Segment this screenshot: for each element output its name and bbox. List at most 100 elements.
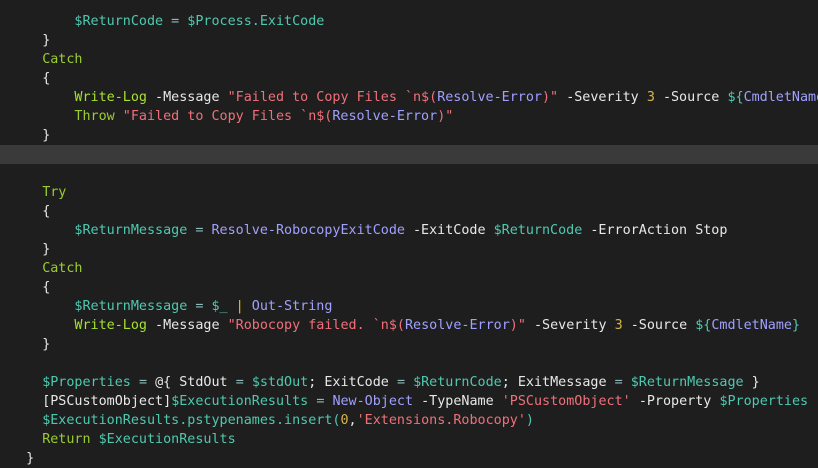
code-line-content: Throw "Failed to Copy Files `n$(Resolve-… <box>74 107 453 126</box>
code-token: 'PSCustomObject' <box>501 394 631 409</box>
code-token: [PSCustomObject] <box>42 394 172 409</box>
current-line-highlight[interactable] <box>0 145 818 164</box>
code-line-content: Write-Log -Message "Robocopy failed. `n$… <box>74 316 800 335</box>
code-token: ${ <box>695 318 712 333</box>
code-line-content: $ReturnMessage = Resolve-RobocopyExitCod… <box>74 221 727 240</box>
code-line[interactable]: } <box>0 335 818 354</box>
code-line[interactable]: } <box>0 449 818 468</box>
code-line[interactable]: $ReturnMessage = Resolve-RobocopyExitCod… <box>0 221 818 240</box>
code-token: 0 <box>340 413 349 428</box>
code-token: $Process.ExitCode <box>187 14 325 29</box>
code-line[interactable]: $ReturnCode = $Process.ExitCode <box>0 12 818 31</box>
code-token: } <box>791 318 801 333</box>
code-line[interactable]: $Properties = @{ StdOut = $stdOut; ExitC… <box>0 373 818 392</box>
code-token: { <box>42 280 51 295</box>
code-line-content: [PSCustomObject]$ExecutionResults = New-… <box>42 392 808 411</box>
code-token: Stop <box>695 223 728 238</box>
code-line[interactable] <box>0 354 818 373</box>
code-token: Try <box>42 185 67 200</box>
code-line-content: } <box>26 449 34 468</box>
code-token: -ErrorAction <box>590 223 688 238</box>
code-token: -Severity <box>533 318 607 333</box>
code-token: } <box>42 242 51 257</box>
code-line[interactable]: { <box>0 202 818 221</box>
code-token: "Failed to Copy Files `n$( <box>122 109 333 124</box>
code-token: $ReturnCode <box>493 223 583 238</box>
code-token: Resolve-Error <box>404 318 510 333</box>
code-token: = <box>614 375 623 390</box>
code-line[interactable]: Write-Log -Message "Failed to Copy Files… <box>0 88 818 107</box>
code-token: } <box>42 33 51 48</box>
code-token: { <box>42 71 51 86</box>
code-line-content: $Properties = @{ StdOut = $stdOut; ExitC… <box>42 373 760 392</box>
code-line[interactable]: Try <box>0 183 818 202</box>
code-token: -TypeName <box>421 394 494 409</box>
code-line[interactable]: $ReturnMessage = $_ | Out-String <box>0 297 818 316</box>
code-line[interactable]: Write-Log -Message "Robocopy failed. `n$… <box>0 316 818 335</box>
code-token: 3 <box>614 318 623 333</box>
code-line[interactable]: { <box>0 69 818 88</box>
code-editor[interactable]: $ReturnCode = $Process.ExitCode} Catch { Wr… <box>0 0 818 466</box>
code-line[interactable]: Catch <box>0 50 818 69</box>
code-token: $ExecutionResults <box>171 394 309 409</box>
code-token: -ExitCode <box>413 223 486 238</box>
code-line-content: { <box>42 202 50 221</box>
code-token: } <box>26 451 35 466</box>
code-line[interactable] <box>0 164 818 183</box>
code-token: -Source <box>630 318 688 333</box>
code-line-content: { <box>42 69 50 88</box>
code-line[interactable]: Catch <box>0 259 818 278</box>
code-line-content: Catch <box>42 50 82 69</box>
code-token: )" <box>509 318 526 333</box>
code-line-content: Return $ExecutionResults <box>42 430 236 449</box>
code-token: ${ <box>727 90 744 105</box>
code-token: -Property <box>638 394 712 409</box>
code-line[interactable]: } <box>0 240 818 259</box>
code-token: $ReturnCode <box>413 375 502 390</box>
code-token: $ExecutionResults <box>98 432 236 447</box>
code-line[interactable]: { <box>0 278 818 297</box>
code-token: Resolve-RobocopyExitCode <box>211 223 405 238</box>
code-token: Catch <box>42 261 83 276</box>
code-line[interactable]: Return $ExecutionResults <box>0 430 818 449</box>
code-line-content: Write-Log -Message "Failed to Copy Files… <box>74 88 818 107</box>
code-token: @{ <box>155 375 172 390</box>
code-line[interactable]: } <box>0 126 818 145</box>
code-token: -Message <box>155 318 220 333</box>
code-line[interactable]: } <box>0 31 818 50</box>
code-token: } <box>743 375 760 390</box>
code-token: $Properties <box>42 375 131 390</box>
code-token: { <box>42 204 51 219</box>
code-token: $Properties <box>719 394 809 409</box>
code-line[interactable]: [PSCustomObject]$ExecutionResults = New-… <box>0 392 818 411</box>
code-token: -Severity <box>566 90 639 105</box>
code-token: , <box>348 413 357 428</box>
code-line-content: } <box>42 31 50 50</box>
code-token: | <box>235 299 244 314</box>
code-token: = <box>138 375 147 390</box>
code-line-content: } <box>42 126 50 145</box>
code-token: "Robocopy failed. `n$( <box>227 318 405 333</box>
code-token: Write-Log <box>74 318 147 333</box>
code-token: 3 <box>646 90 655 105</box>
code-line[interactable]: Throw "Failed to Copy Files `n$(Resolve-… <box>0 107 818 126</box>
code-line-content: Catch <box>42 259 82 278</box>
code-line-content: Try <box>42 183 66 202</box>
code-token: CmdletName <box>743 90 818 105</box>
code-line[interactable]: $ExecutionResults.pstypenames.insert(0,'… <box>0 411 818 430</box>
code-token: Write-Log <box>74 90 147 105</box>
code-line-content: $ReturnMessage = $_ | Out-String <box>74 297 332 316</box>
